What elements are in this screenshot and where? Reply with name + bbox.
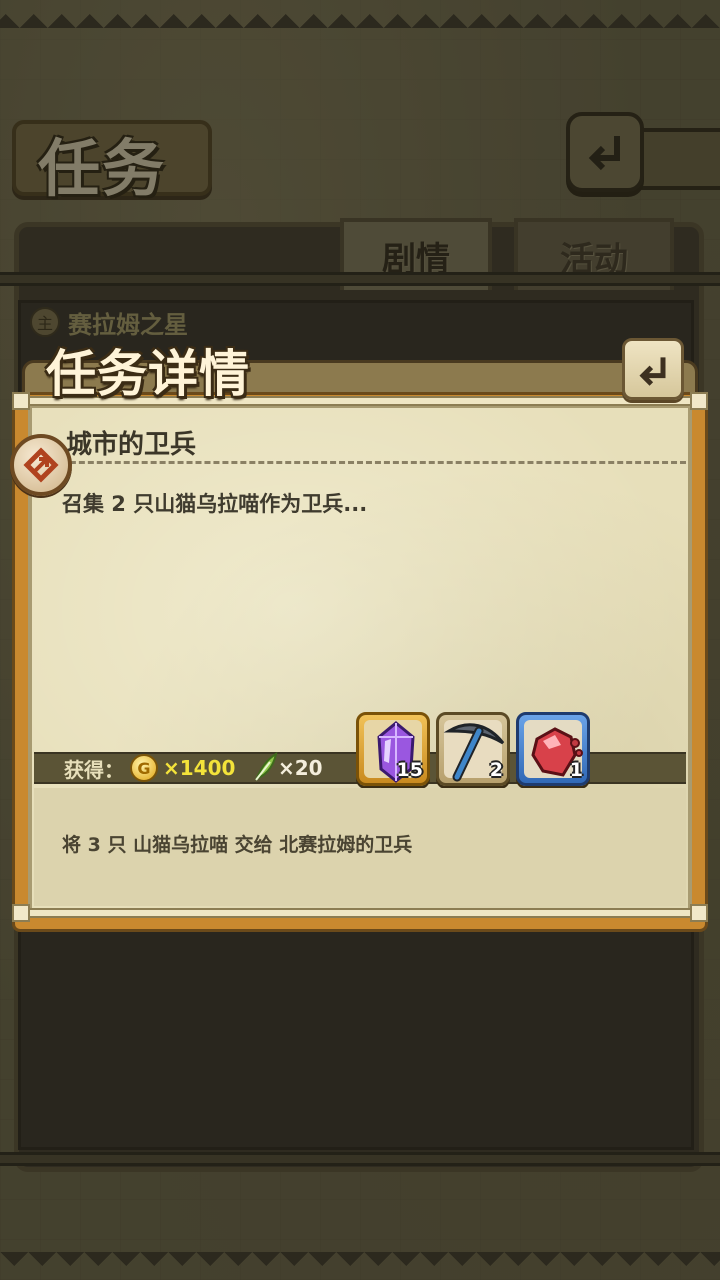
item-count: 1 [569, 759, 583, 781]
frame-corner [690, 392, 708, 410]
dialog-title: 任务详情 [46, 344, 250, 403]
gold-coin-icon: G [130, 754, 158, 782]
quest-screen: 任务 剧情 活动 主 赛拉姆之星 任务详情 城市的卫兵 召集 2 只山猫乌拉喵作… [0, 0, 720, 1280]
feather-reward-value: ×20 [278, 756, 323, 780]
back-arrow-icon [639, 357, 666, 386]
frame-corner [12, 392, 30, 410]
quest-description: 召集 2 只山猫乌拉喵作为卫兵... [62, 492, 368, 516]
paper-frame-bottom [16, 908, 704, 918]
quest-objective: 将 3 只 山猫乌拉喵 交给 北赛拉姆的卫兵 [62, 834, 413, 856]
coin-reward-value: ×1400 [163, 756, 236, 780]
frame-corner [690, 904, 708, 922]
reward-item-pickaxe[interactable]: 2 [436, 712, 510, 786]
item-count: 2 [489, 759, 503, 781]
feather-icon [255, 752, 278, 781]
reward-item-ore[interactable]: 1 [516, 712, 590, 786]
reward-label: 获得： [64, 758, 124, 782]
reward-item-crystal[interactable]: 15 [356, 712, 430, 786]
dialog-back-button[interactable] [622, 338, 684, 400]
quest-name: 城市的卫兵 [66, 430, 197, 460]
frame-corner [12, 904, 30, 922]
item-count: 15 [396, 759, 423, 781]
quest-marker-icon [10, 434, 72, 496]
